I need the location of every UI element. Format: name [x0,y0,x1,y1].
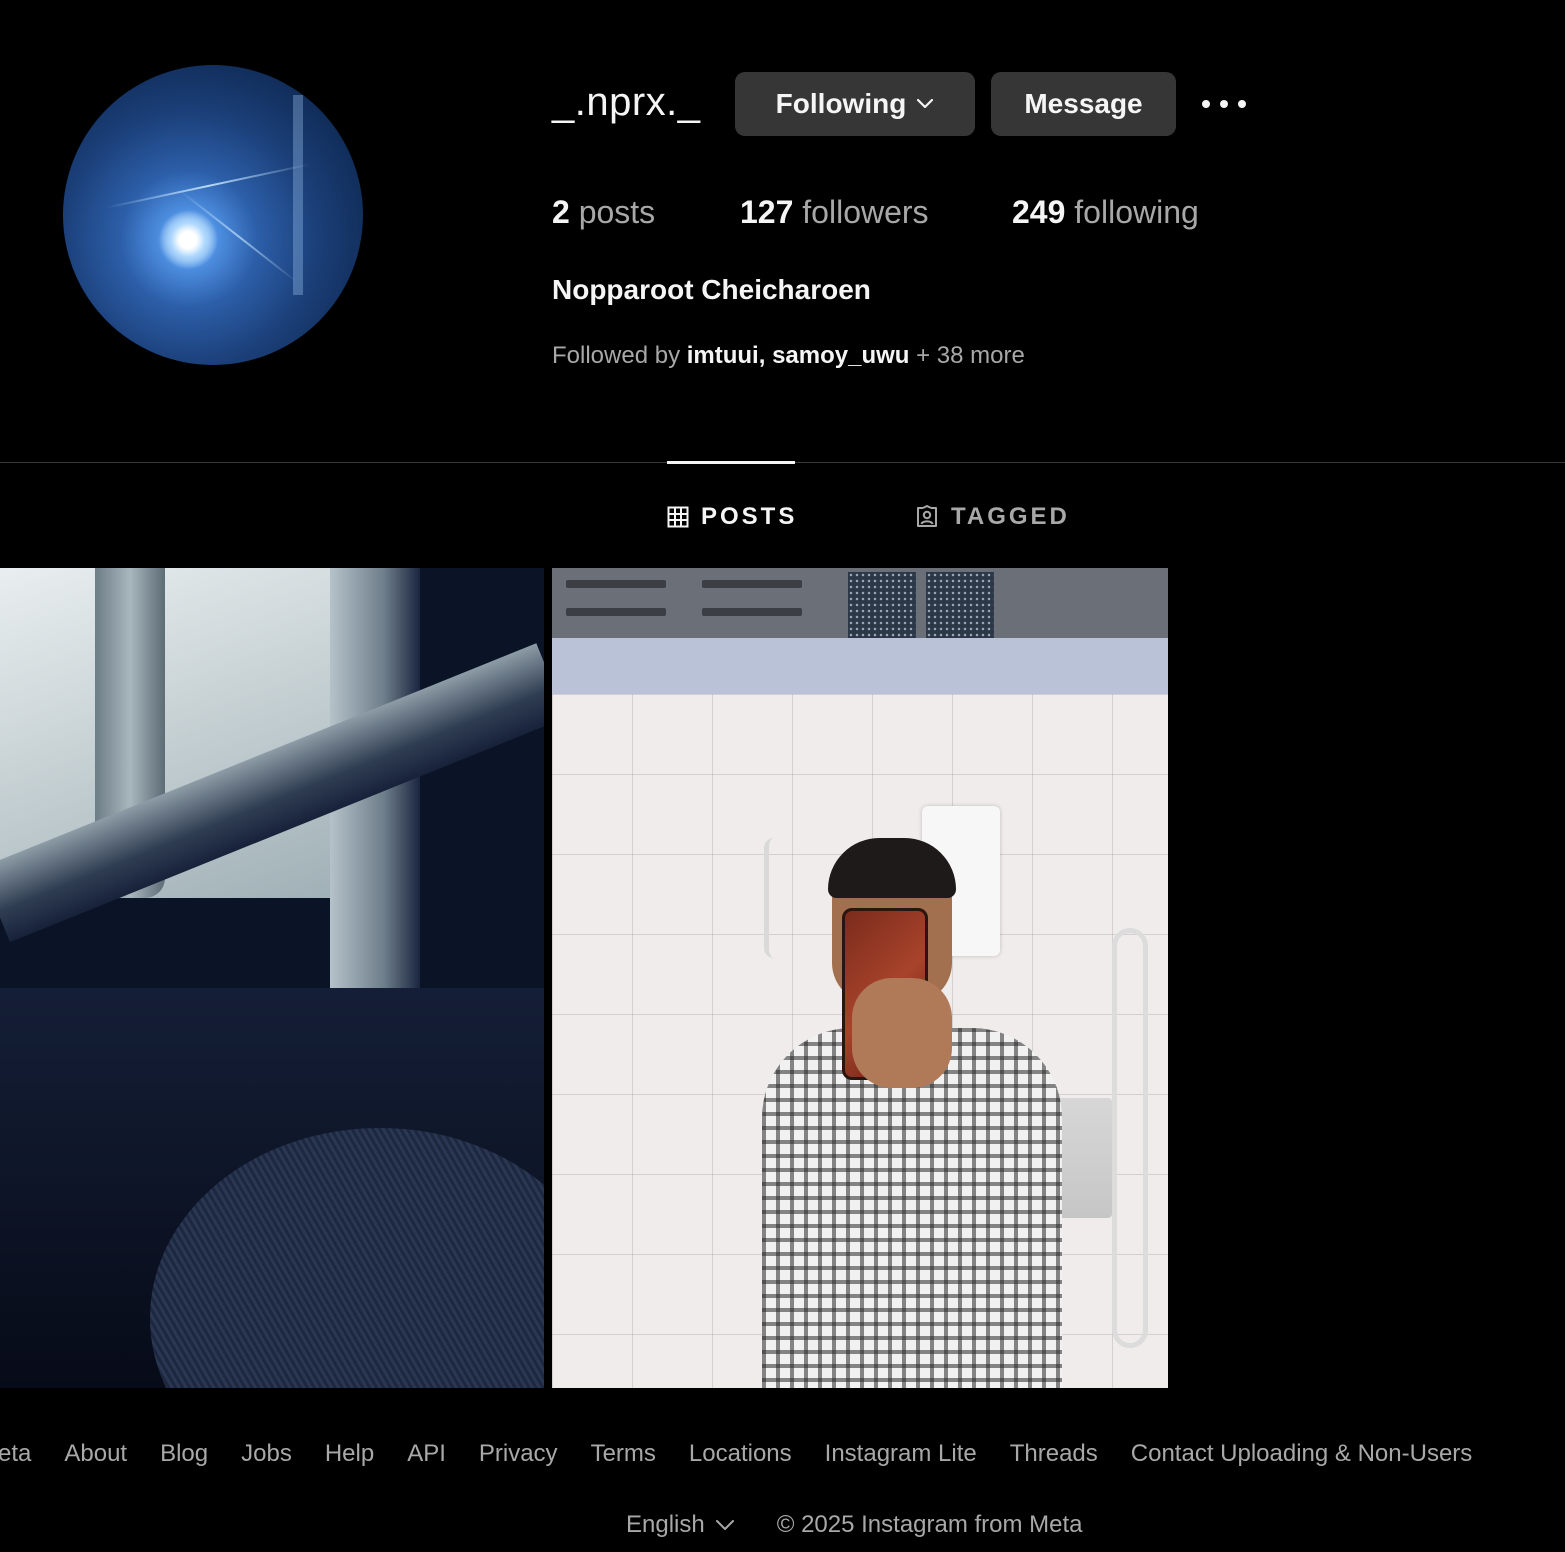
post-image-detail [764,838,784,958]
chevron-down-icon [715,1520,734,1530]
copyright-text: © 2025 Instagram from Meta [776,1511,1083,1538]
post-thumbnail[interactable] [0,568,544,1388]
profile-full-name: Nopparoot Cheicharoen [552,274,871,305]
avatar-photo-detail [293,95,303,295]
tab-posts[interactable]: POSTS [667,500,797,534]
post-image-detail [852,978,952,1088]
footer-link-terms[interactable]: Terms [591,1440,656,1474]
footer-links: Meta About Blog Jobs Help API Privacy Te… [0,1440,1472,1474]
more-options-button[interactable] [1198,92,1250,116]
footer-link-contact-uploading[interactable]: Contact Uploading & Non-Users [1131,1440,1473,1474]
posts-label: posts [578,194,656,230]
followed-by-prefix: Followed by [552,342,681,369]
active-tab-indicator [667,461,795,464]
chevron-down-icon [917,98,934,109]
tab-tagged-label: TAGGED [951,503,1070,530]
footer-link-meta[interactable]: Meta [0,1440,31,1474]
post-image-detail [1112,928,1148,1348]
footer-link-about[interactable]: About [64,1440,127,1474]
post-image-detail [552,638,1168,694]
followers-label: followers [802,194,929,230]
post-image-detail [552,568,1168,638]
avatar-photo-detail [105,163,311,209]
footer-link-privacy[interactable]: Privacy [479,1440,558,1474]
followed-by-user[interactable]: imtuui, [687,342,766,369]
message-button-label: Message [1024,88,1143,119]
followers-count: 127 [740,194,794,230]
following-button[interactable]: Following [735,72,975,136]
tab-tagged[interactable]: TAGGED [915,500,1070,534]
footer-link-help[interactable]: Help [325,1440,374,1474]
post-thumbnail[interactable] [552,568,1168,1388]
followed-by-more[interactable]: + 38 more [916,342,1025,369]
following-stat[interactable]: 249 following [1012,194,1199,231]
tab-posts-label: POSTS [701,503,798,530]
following-label: following [1074,194,1199,230]
footer-link-blog[interactable]: Blog [160,1440,208,1474]
footer-link-locations[interactable]: Locations [689,1440,792,1474]
tagged-user-icon [917,505,937,527]
profile-avatar[interactable] [63,65,363,365]
more-options-icon [1220,100,1228,108]
profile-page: _.nprx._ Following Message 2 posts 127 f… [0,0,1565,1552]
followed-by-line[interactable]: Followed by imtuui, samoy_uwu + 38 more [552,342,1025,370]
profile-username: _.nprx._ [552,80,701,124]
footer-link-jobs[interactable]: Jobs [241,1440,292,1474]
message-button[interactable]: Message [991,72,1176,136]
followed-by-user[interactable]: samoy_uwu [772,342,909,369]
following-count: 249 [1012,194,1066,230]
footer-link-instagram-lite[interactable]: Instagram Lite [825,1440,977,1474]
following-button-label: Following [775,88,907,119]
posts-count: 2 [552,194,570,230]
footer-bottom: English © 2025 Instagram from Meta [626,1511,1083,1539]
more-options-icon [1202,100,1210,108]
language-selector[interactable]: English [626,1511,735,1539]
avatar-photo-detail [158,210,218,270]
more-options-icon [1238,100,1246,108]
posts-count-stat: 2 posts [552,194,655,231]
followers-stat[interactable]: 127 followers [740,194,929,231]
grid-icon [667,506,689,528]
footer-link-api[interactable]: API [407,1440,446,1474]
footer-link-threads[interactable]: Threads [1010,1440,1098,1474]
language-label: English [626,1511,705,1538]
